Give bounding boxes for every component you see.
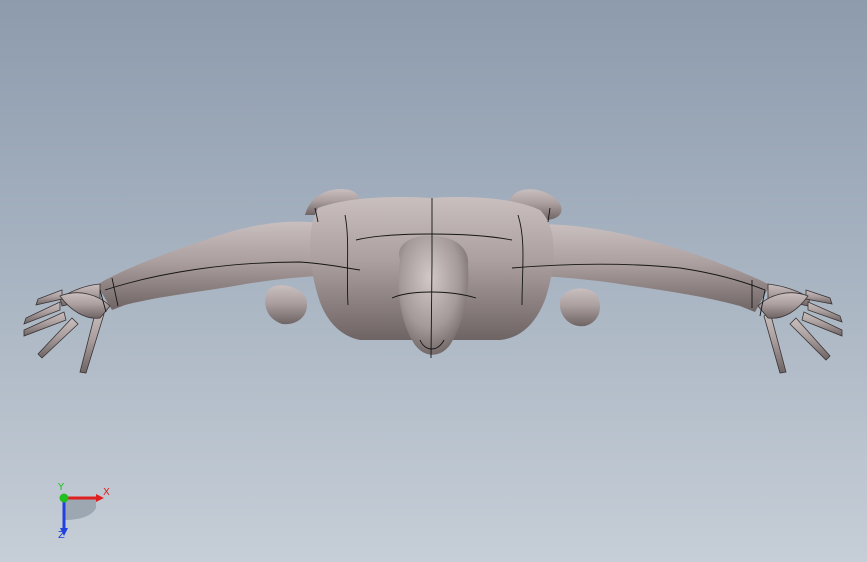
right-hand (757, 283, 843, 374)
triad-plane-shadow (64, 498, 96, 520)
human-figure-model[interactable] (0, 0, 867, 562)
axis-triad: X Y Z (44, 482, 114, 544)
right-knee (559, 288, 601, 327)
graphics-viewport[interactable]: X Y Z (0, 0, 867, 562)
y-axis-label: Y (58, 482, 65, 493)
y-axis-dot-icon (59, 493, 69, 503)
x-axis-label: X (103, 487, 110, 498)
left-hand (23, 283, 111, 374)
left-knee (265, 285, 308, 325)
right-arm (520, 224, 770, 312)
z-axis-label: Z (58, 530, 65, 541)
